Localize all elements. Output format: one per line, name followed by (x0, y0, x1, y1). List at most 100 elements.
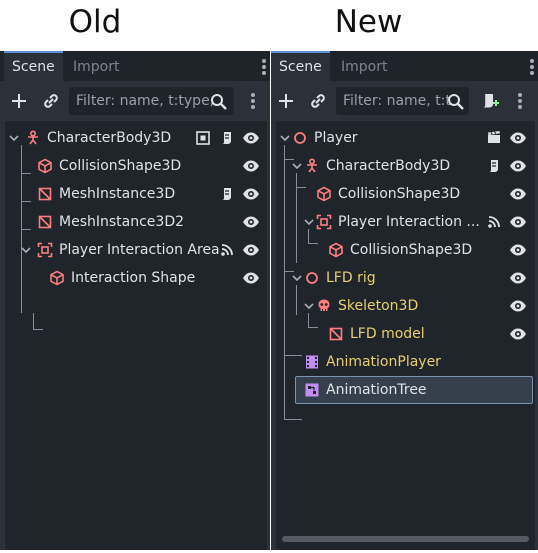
tree-row-animationtree[interactable]: AnimationTree (295, 376, 533, 404)
collision-shape-icon (328, 242, 344, 258)
scene-tree: Player CharacterBody3D CollisionShape3D … (276, 121, 535, 550)
add-node-icon[interactable] (275, 90, 297, 112)
node3d-icon (304, 270, 320, 286)
node-label: CollisionShape3D (350, 242, 473, 258)
tree-row-characterbody3d[interactable]: CharacterBody3D (5, 124, 267, 152)
tree-row-animationplayer[interactable]: AnimationPlayer (276, 348, 535, 376)
character-body-icon (304, 158, 320, 174)
tree-row-skeleton3d[interactable]: Skeleton3D (276, 292, 535, 320)
tree-row-lfd-rig[interactable]: LFD rig (276, 264, 535, 292)
skeleton-icon (316, 298, 332, 314)
tab-scene[interactable]: Scene (4, 51, 63, 81)
scene-tree: CharacterBody3D CollisionShape3D MeshIns… (5, 121, 267, 550)
node-label: LFD rig (326, 270, 376, 286)
tree-row-collisionshape3d[interactable]: CollisionShape3D (5, 152, 267, 180)
node-label: CollisionShape3D (59, 158, 182, 174)
chevron-down-icon[interactable] (20, 243, 32, 257)
tree-row-characterbody3d[interactable]: CharacterBody3D (276, 152, 535, 180)
animation-player-icon (304, 354, 320, 370)
node-label: Skeleton3D (338, 298, 419, 314)
tab-menu-icon[interactable] (262, 59, 266, 75)
new-scene-dock: Scene Import Filter: name, t:t Player Ch… (271, 51, 538, 550)
visibility-eye-icon[interactable] (509, 129, 527, 147)
scene-menu-icon[interactable] (518, 93, 522, 109)
tab-import[interactable]: Import (333, 51, 395, 81)
chevron-down-icon[interactable] (8, 131, 20, 145)
tab-scene[interactable]: Scene (271, 51, 330, 81)
collision-shape-icon (37, 158, 53, 174)
tree-row-collisionshape3d-nested[interactable]: CollisionShape3D (276, 236, 535, 264)
search-icon (209, 92, 229, 112)
scene-unique-icon[interactable] (194, 129, 212, 147)
visibility-eye-icon[interactable] (242, 269, 260, 287)
collision-shape-icon (316, 186, 332, 202)
signal-icon[interactable] (218, 241, 236, 259)
area-icon (37, 242, 53, 258)
attach-script-icon[interactable] (478, 90, 500, 112)
script-icon[interactable] (218, 185, 236, 203)
node-label: LFD model (350, 326, 425, 342)
script-icon[interactable] (485, 157, 503, 175)
collision-shape-icon (49, 270, 65, 286)
node3d-icon (292, 130, 308, 146)
mesh-instance-icon (328, 326, 344, 342)
visibility-eye-icon[interactable] (509, 157, 527, 175)
mesh-instance-icon (37, 186, 53, 202)
tab-bar: Scene Import (271, 51, 538, 81)
visibility-eye-icon[interactable] (242, 129, 260, 147)
tree-row-player-interaction[interactable]: Player Interaction ... (276, 208, 535, 236)
tree-row-meshinstance3d[interactable]: MeshInstance3D (5, 180, 267, 208)
visibility-eye-icon[interactable] (509, 213, 527, 231)
instance-scene-link-icon[interactable] (307, 90, 329, 112)
node-label: CharacterBody3D (326, 158, 451, 174)
chevron-down-icon[interactable] (303, 215, 315, 229)
script-icon[interactable] (218, 129, 236, 147)
tree-row-collisionshape3d[interactable]: CollisionShape3D (276, 180, 535, 208)
node-label: CharacterBody3D (47, 130, 172, 146)
area-icon (316, 214, 332, 230)
tree-row-lfd-model[interactable]: LFD model (276, 320, 535, 348)
node-label: AnimationTree (326, 382, 427, 398)
search-icon (446, 92, 466, 112)
horizontal-scrollbar[interactable] (282, 536, 529, 542)
signal-icon[interactable] (485, 213, 503, 231)
visibility-eye-icon[interactable] (509, 297, 527, 315)
node-label: AnimationPlayer (326, 354, 441, 370)
chevron-down-icon[interactable] (291, 159, 303, 173)
old-scene-dock: Scene Import Filter: name, t:type, Chara… (0, 51, 270, 550)
add-node-icon[interactable] (8, 90, 30, 112)
scene-toolbar: Filter: name, t:type, (0, 85, 270, 117)
node-label: MeshInstance3D (59, 186, 176, 202)
visibility-eye-icon[interactable] (242, 185, 260, 203)
visibility-eye-icon[interactable] (509, 325, 527, 343)
visibility-eye-icon[interactable] (509, 269, 527, 287)
old-heading: Old (68, 4, 122, 40)
visibility-eye-icon[interactable] (509, 241, 527, 259)
visibility-eye-icon[interactable] (242, 157, 260, 175)
visibility-eye-icon[interactable] (242, 213, 260, 231)
visibility-eye-icon[interactable] (509, 185, 527, 203)
node-label: Player (314, 130, 358, 146)
node-label: Player Interaction Area (59, 242, 220, 258)
mesh-instance-icon (37, 214, 53, 230)
node-label: MeshInstance3D2 (59, 214, 185, 230)
node-label: Player Interaction ... (338, 214, 480, 230)
chevron-down-icon[interactable] (279, 131, 291, 145)
tree-row-player-interaction-area[interactable]: Player Interaction Area (5, 236, 267, 264)
visibility-eye-icon[interactable] (242, 241, 260, 259)
instance-scene-link-icon[interactable] (40, 90, 62, 112)
scene-menu-icon[interactable] (251, 93, 255, 109)
tree-row-meshinstance3d2[interactable]: MeshInstance3D2 (5, 208, 267, 236)
tab-menu-icon[interactable] (530, 59, 534, 75)
tab-bar: Scene Import (0, 51, 270, 81)
node-label: Interaction Shape (71, 270, 196, 286)
tab-import[interactable]: Import (65, 51, 127, 81)
clapperboard-icon[interactable] (485, 129, 503, 147)
chevron-down-icon[interactable] (291, 271, 303, 285)
tree-row-player[interactable]: Player (276, 124, 535, 152)
node-label: CollisionShape3D (338, 186, 461, 202)
character-body-icon (25, 130, 41, 146)
chevron-down-icon[interactable] (303, 299, 315, 313)
new-heading: New (334, 4, 403, 40)
tree-row-interaction-shape[interactable]: Interaction Shape (5, 264, 267, 292)
